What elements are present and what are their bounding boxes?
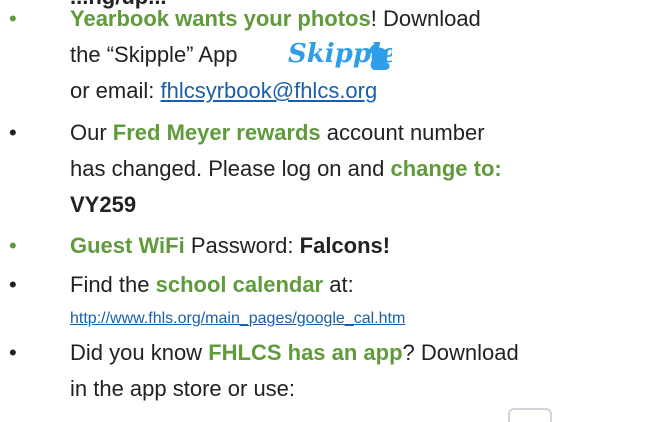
account-code: VY259 xyxy=(70,192,137,217)
yearbook-rest: ! Download xyxy=(370,6,481,31)
yearbook-line: Yearbook wants your photos! Download xyxy=(70,6,481,32)
slide: ...ng/up... • Yearbook wants your photos… xyxy=(0,0,652,422)
bullet-marker-2: • xyxy=(9,120,17,145)
calendar-link[interactable]: http://www.fhls.org/main_pages/google_ca… xyxy=(70,310,405,327)
bullet-marker-5: • xyxy=(9,340,17,365)
fhlcs-app-highlight: FHLCS has an app xyxy=(208,340,403,365)
app-store-line: in the app store or use: xyxy=(70,376,296,401)
fred-meyer-text-after: account number xyxy=(320,120,485,145)
app-text-before: Did you know xyxy=(70,340,209,365)
skipple-app-line: the “Skipple” App xyxy=(70,42,238,67)
calendar-text-before: Find the xyxy=(70,272,156,297)
app-text-after: ? Download xyxy=(402,340,519,365)
guest-wifi-highlight: Guest WiFi xyxy=(70,233,185,258)
changed-text: has changed. Please log on and xyxy=(70,156,391,181)
calendar-url-line: http://www.fhls.org/main_pages/google_ca… xyxy=(70,306,405,332)
email-link[interactable]: fhlcsyrbook@fhlcs.org xyxy=(160,78,377,103)
wifi-password: Falcons! xyxy=(299,233,391,258)
change-to-highlight: change to: xyxy=(390,156,502,181)
app-store-badge[interactable] xyxy=(508,408,552,422)
fred-meyer-highlight: Fred Meyer rewards xyxy=(112,120,321,145)
email-prefix: or email: xyxy=(70,78,161,103)
fred-meyer-line: Our Fred Meyer rewards account number xyxy=(70,120,485,146)
fred-meyer-text-before: Our xyxy=(70,120,113,145)
calendar-text-after: at: xyxy=(323,272,354,297)
yearbook-highlight: Yearbook wants your photos xyxy=(70,6,371,31)
skipple-logo: Skipple xyxy=(288,39,392,70)
wifi-line: Guest WiFi Password: Falcons! xyxy=(70,233,390,259)
calendar-line: Find the school calendar at: xyxy=(70,272,354,298)
bullet-marker-4: • xyxy=(9,272,17,297)
changed-line: has changed. Please log on and change to… xyxy=(70,156,502,182)
bullet-marker-3: • xyxy=(9,233,17,258)
app-line: Did you know FHLCS has an app? Download xyxy=(70,340,519,366)
bullet-marker-1: • xyxy=(9,6,17,31)
password-label: Password: xyxy=(184,233,300,258)
school-calendar-highlight: school calendar xyxy=(155,272,324,297)
email-line: or email: fhlcsyrbook@fhlcs.org xyxy=(70,78,377,104)
